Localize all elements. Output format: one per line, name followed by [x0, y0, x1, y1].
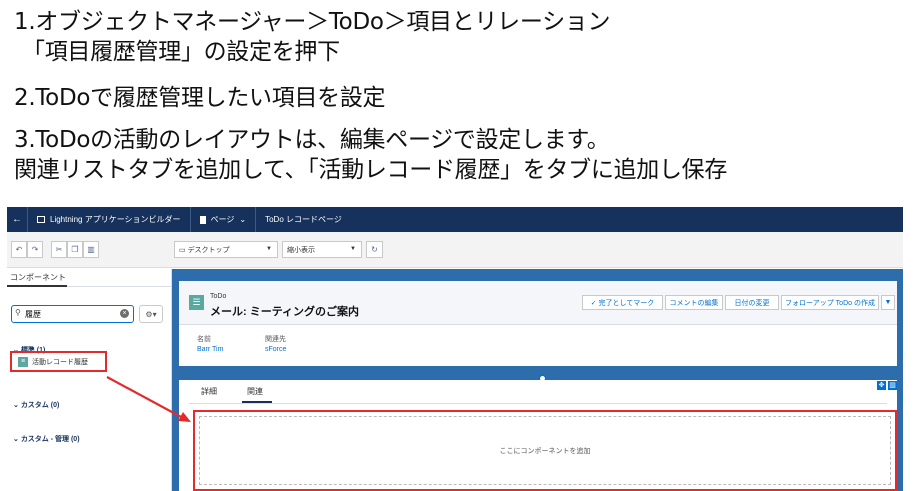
instruction-line-4: 3.ToDoの活動のレイアウトは、編集ページで設定します。 [14, 127, 610, 153]
drag-arrow-annotation [106, 376, 191, 422]
instruction-line-1: 1.オブジェクトマネージャー＞ToDo＞項目とリレーション [14, 9, 611, 35]
app-builder-screenshot: ← Lightning アプリケーションビルダー ページ ⌄ ToDo レコード… [7, 207, 903, 491]
instruction-line-5: 関連リストタブを追加して、「活動レコード履歴」をタブに追加し保存 [14, 157, 728, 183]
instruction-line-3: 2.ToDoで履歴管理したい項目を設定 [14, 85, 386, 111]
instruction-line-2: 「項目履歴管理」の設定を押下 [22, 39, 340, 65]
